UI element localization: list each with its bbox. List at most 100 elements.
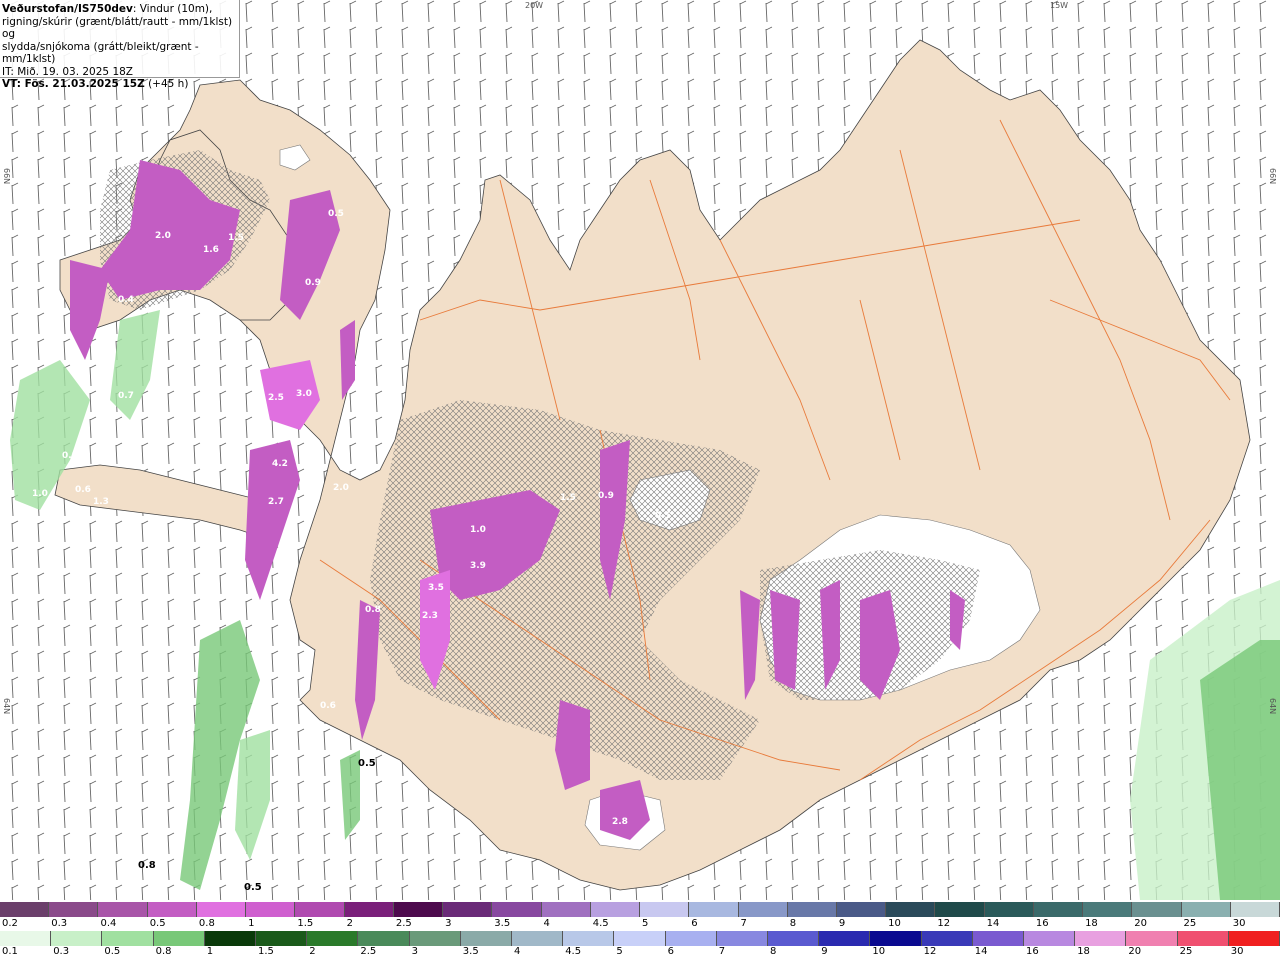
rain-scale-swatch — [409, 931, 461, 946]
value-label: 0.6 — [75, 485, 91, 495]
snow-scale-swatch — [344, 902, 394, 917]
snow-scale-swatch — [984, 902, 1034, 917]
rain-scale-swatch — [1228, 931, 1280, 946]
snow-scale-label: 16 — [1035, 918, 1049, 929]
snow-scale-label: 0.8 — [198, 918, 215, 929]
rain-scale-swatch — [0, 931, 52, 946]
snow-scale-swatch — [246, 902, 296, 917]
snow-scale-label: 0.5 — [149, 918, 166, 929]
snow-scale-label: 14 — [986, 918, 1000, 929]
snow-scale-swatch — [0, 902, 50, 917]
value-label: 4.2 — [272, 459, 288, 469]
snow-scale-swatch — [196, 902, 247, 917]
snow-scale-swatch — [1033, 902, 1084, 917]
snow-scale-label: 6 — [691, 918, 698, 929]
value-label: 2.8 — [612, 817, 628, 827]
rain-scale-swatch — [256, 931, 308, 946]
rain-scale-label: 25 — [1179, 946, 1193, 957]
rain-scale-swatch — [512, 931, 564, 946]
snow-scale-swatch — [492, 902, 542, 917]
snow-scale-label: 3.5 — [494, 918, 511, 929]
rain-scale-label: 1 — [206, 946, 214, 957]
lat-label-66n-left: 66N — [2, 168, 11, 184]
weather-map[interactable]: 0.5 2.0 1.6 1.5 0.4 0.9 3.0 2.5 4.2 2.7 … — [0, 0, 1280, 900]
rain-scale-swatch — [1177, 931, 1229, 946]
rain-scale-label: 4.5 — [565, 946, 582, 957]
value-label: 0.5 — [328, 209, 344, 219]
snow-scale-label: 9 — [838, 918, 846, 929]
value-label: 0.5 — [358, 758, 376, 769]
lon-label-20w: 20W — [525, 1, 543, 10]
rain-scale-label: 10 — [872, 946, 886, 957]
snow-scale-swatch — [787, 902, 837, 917]
snow-scale-label: 1.5 — [297, 918, 314, 929]
snow-scale-label: 30 — [1232, 918, 1246, 929]
value-label: 0.9 — [305, 278, 321, 288]
rain-scale-label: 3 — [411, 946, 418, 957]
rain-scale-label: 14 — [974, 946, 988, 957]
snow-scale-label: 8 — [789, 918, 797, 929]
snow-scale-label: 4.5 — [592, 918, 609, 929]
snow-scale-label: 0.4 — [100, 918, 117, 929]
rain-scale-swatch — [870, 931, 922, 946]
value-label: 0.6 — [320, 701, 336, 711]
rain-scale-label: 20 — [1128, 946, 1142, 957]
value-label: 2.0 — [155, 231, 171, 241]
valid-offset: (+45 h) — [148, 78, 189, 90]
desc-line2: rigning/skúrir (grænt/blátt/rautt - mm/1… — [2, 15, 233, 41]
value-label: 0.8 — [62, 451, 78, 461]
rain-scale-swatch — [1024, 931, 1076, 946]
valid-time: VT: Fös. 21.03.2025 15Z — [2, 78, 145, 90]
map-title-box: Veðurstofan/IS750dev: Vindur (10m), rign… — [0, 0, 240, 90]
rain-scale-swatch — [716, 931, 769, 946]
snow-scale-swatch — [443, 902, 493, 917]
value-label: 0.5 — [244, 882, 262, 893]
rain-scale-swatch — [153, 931, 205, 946]
value-label: 2.5 — [268, 393, 284, 403]
snow-scale-label: 2.5 — [395, 918, 412, 929]
value-label: 1.0 — [32, 489, 48, 499]
value-label: 1.9 — [302, 501, 318, 511]
snow-scale-swatch — [295, 902, 345, 917]
rain-scale-swatch — [819, 931, 871, 946]
rain-scale-swatch — [358, 931, 410, 946]
rain-scale-label: 12 — [923, 946, 937, 957]
snow-scale-swatch — [590, 902, 641, 917]
rain-scale-label: 5 — [616, 946, 623, 957]
rain-scale-label: 0.8 — [155, 946, 172, 957]
value-label: 1.6 — [203, 245, 219, 255]
rain-scale-swatch — [307, 931, 359, 946]
snow-scale-label: 7 — [740, 918, 747, 929]
lat-label-64n-left: 64N — [2, 698, 11, 714]
rain-scale-label: 8 — [770, 946, 777, 957]
rain-scale-label: 4 — [514, 946, 521, 957]
desc-line1: : Vindur (10m), — [132, 3, 213, 15]
rain-scale-swatch — [1126, 931, 1178, 946]
snow-scale-label: 2 — [346, 918, 353, 929]
rain-scale-swatch — [768, 931, 820, 946]
snow-scale-label: 12 — [937, 918, 951, 929]
rain-scale-label: 3.5 — [462, 946, 479, 957]
value-label: 1.3 — [93, 497, 109, 507]
snow-scale-swatch — [49, 902, 99, 917]
rain-color-scale — [0, 931, 1280, 946]
rain-scale-label: 2 — [309, 946, 316, 957]
rain-scale-label: 1.5 — [258, 946, 274, 957]
rain-scale-swatch — [563, 931, 615, 946]
value-label: 3.5 — [428, 583, 444, 593]
snow-scale-swatch — [935, 902, 985, 917]
snow-scale-label: 20 — [1134, 918, 1148, 929]
lon-label-15w: 15W — [1050, 1, 1068, 10]
snow-scale-swatch — [147, 902, 197, 917]
snow-scale-swatch — [1181, 902, 1231, 917]
value-label: 0.5 — [655, 511, 671, 521]
rain-scale-label: 0.1 — [2, 946, 18, 957]
snow-scale-swatch — [738, 902, 788, 917]
snow-scale-labels: 0.2 0.3 0.4 0.5 0.8 1 1.5 2 2.5 3 3.5 4 4.5 5 6 7 8 9 10 12… — [0, 918, 1280, 932]
org-name: Veðurstofan/IS750dev — [2, 3, 133, 15]
rain-scale-labels: 0.1 0.3 0.5 0.8 1 1.5 2 2.5 3 3.5 4 4.5 5 6 7 8 9 10 12 14 1… — [0, 946, 1280, 960]
rain-scale-label: 0.5 — [104, 946, 121, 957]
rain-scale-label: 6 — [667, 946, 674, 957]
init-time: IT: Mið. 19. 03. 2025 18Z — [2, 65, 133, 78]
rain-scale-label: 30 — [1230, 946, 1244, 957]
